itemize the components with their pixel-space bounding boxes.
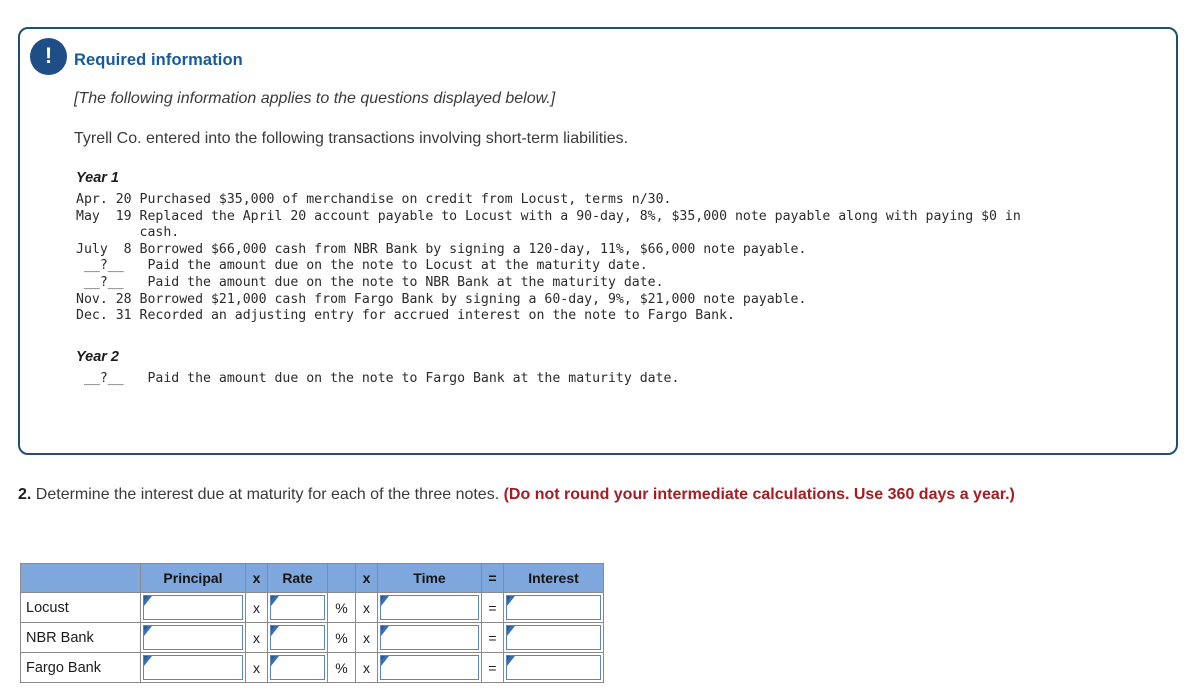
header-times-1: x — [245, 563, 268, 593]
question-hint: (Do not round your intermediate calculat… — [503, 486, 1015, 503]
times-operator: x — [245, 622, 268, 653]
rate-cell-fargo-bank — [267, 652, 328, 683]
times-operator: x — [355, 622, 378, 653]
interest-input-nbr-bank[interactable] — [506, 625, 601, 650]
applies-note: [The following information applies to th… — [74, 90, 556, 107]
exclamation-glyph: ! — [44, 43, 53, 68]
interest-calculation-table: Principal x Rate x Time = Interest Locus… — [20, 563, 604, 683]
equals-operator: = — [481, 622, 504, 653]
principal-input-nbr-bank[interactable] — [143, 625, 243, 650]
time-cell-nbr-bank — [377, 622, 482, 653]
required-information-panel: ! Required information [The following in… — [18, 27, 1178, 455]
header-percent — [327, 563, 356, 593]
principal-cell-nbr-bank — [140, 622, 246, 653]
table-header-row: Principal x Rate x Time = Interest — [20, 563, 604, 593]
table-row: Fargo Bank x % x = — [20, 652, 604, 683]
table-row: NBR Bank x % x = — [20, 622, 604, 653]
table-row: Locust x % x = — [20, 592, 604, 623]
question-text: Determine the interest due at maturity f… — [31, 486, 504, 503]
principal-input-locust[interactable] — [143, 595, 243, 620]
principal-cell-fargo-bank — [140, 652, 246, 683]
intro-text: Tyrell Co. entered into the following tr… — [74, 130, 629, 147]
principal-input-fargo-bank[interactable] — [143, 655, 243, 680]
row-label-locust: Locust — [20, 592, 141, 623]
interest-input-fargo-bank[interactable] — [506, 655, 601, 680]
interest-cell-nbr-bank — [503, 622, 604, 653]
question-2: 2. Determine the interest due at maturit… — [18, 483, 1188, 507]
year2-heading: Year 2 — [76, 348, 119, 365]
time-input-nbr-bank[interactable] — [380, 625, 479, 650]
time-cell-locust — [377, 592, 482, 623]
header-times-2: x — [355, 563, 378, 593]
rate-cell-nbr-bank — [267, 622, 328, 653]
interest-input-locust[interactable] — [506, 595, 601, 620]
header-time: Time — [377, 563, 482, 593]
percent-operator: % — [327, 592, 356, 623]
rate-input-locust[interactable] — [270, 595, 325, 620]
time-input-locust[interactable] — [380, 595, 479, 620]
times-operator: x — [245, 652, 268, 683]
exclamation-icon: ! — [30, 38, 67, 75]
times-operator: x — [245, 592, 268, 623]
rate-input-nbr-bank[interactable] — [270, 625, 325, 650]
percent-operator: % — [327, 622, 356, 653]
year1-transactions: Apr. 20 Purchased $35,000 of merchandise… — [76, 192, 1021, 324]
principal-cell-locust — [140, 592, 246, 623]
year1-heading: Year 1 — [76, 170, 119, 186]
equals-operator: = — [481, 652, 504, 683]
header-principal: Principal — [140, 563, 246, 593]
row-label-nbr-bank: NBR Bank — [20, 622, 141, 653]
times-operator: x — [355, 592, 378, 623]
rate-cell-locust — [267, 592, 328, 623]
rate-input-fargo-bank[interactable] — [270, 655, 325, 680]
row-label-fargo-bank: Fargo Bank — [20, 652, 141, 683]
interest-cell-fargo-bank — [503, 652, 604, 683]
header-row-label — [20, 563, 141, 593]
question-number: 2. — [18, 486, 32, 503]
time-input-fargo-bank[interactable] — [380, 655, 479, 680]
header-equals: = — [481, 563, 504, 593]
year2-transactions: __?__ Paid the amount due on the note to… — [76, 370, 680, 386]
interest-cell-locust — [503, 592, 604, 623]
equals-operator: = — [481, 592, 504, 623]
times-operator: x — [355, 652, 378, 683]
page-title: Required information — [74, 51, 243, 69]
percent-operator: % — [327, 652, 356, 683]
time-cell-fargo-bank — [377, 652, 482, 683]
header-interest: Interest — [503, 563, 604, 593]
header-rate: Rate — [267, 563, 328, 593]
panel-content: Required information [The following info… — [20, 29, 1176, 387]
